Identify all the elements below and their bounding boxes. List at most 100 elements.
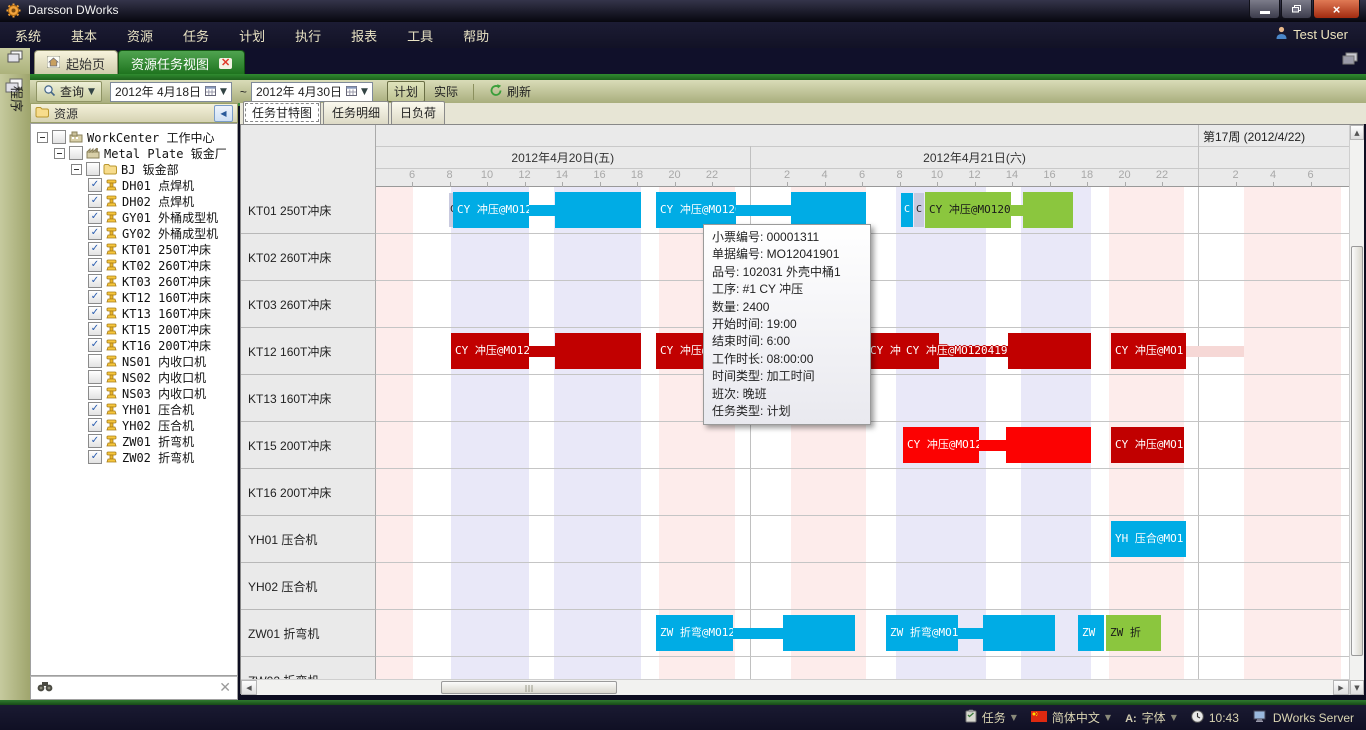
task-bar[interactable]: CY 冲压@MO12041904 xyxy=(451,333,529,369)
checkbox[interactable]: ✓ xyxy=(88,338,102,352)
checkbox[interactable] xyxy=(88,370,102,384)
checkbox[interactable]: ✓ xyxy=(88,290,102,304)
menu-item-0[interactable]: 系统 xyxy=(0,22,56,48)
tree-node-kt13[interactable]: ✓KT13 160T冲床 xyxy=(31,305,237,321)
plan-button[interactable]: 计划 xyxy=(387,81,425,102)
window-list-corner[interactable] xyxy=(0,48,30,76)
menu-item-1[interactable]: 基本 xyxy=(56,22,112,48)
task-bar[interactable]: CY 冲压@MO12041901 xyxy=(656,192,736,228)
windows-menu-icon[interactable] xyxy=(1342,52,1358,71)
checkbox[interactable]: ✓ xyxy=(88,242,102,256)
chevron-down-icon[interactable]: ▼ xyxy=(1011,713,1017,722)
tree-node-yh01[interactable]: ✓YH01 压合机 xyxy=(31,401,237,417)
tree-node-kt12[interactable]: ✓KT12 160T冲床 xyxy=(31,289,237,305)
task-bar[interactable]: ZW 折弯@MO12041901 xyxy=(886,615,958,651)
tree-node-kt01[interactable]: ✓KT01 250T冲床 xyxy=(31,241,237,257)
task-bar[interactable] xyxy=(555,333,641,369)
checkbox[interactable]: ✓ xyxy=(88,258,102,272)
checkbox[interactable]: ✓ xyxy=(88,322,102,336)
v-scrollbar[interactable]: ▲ ▼ xyxy=(1349,125,1364,695)
view-tab-dayload[interactable]: 日负荷 xyxy=(391,101,445,124)
tree-node-zw01[interactable]: ✓ZW01 折弯机 xyxy=(31,433,237,449)
task-bar[interactable] xyxy=(983,615,1055,651)
status-item-clock[interactable]: 10:43 xyxy=(1191,710,1239,726)
menu-item-8[interactable]: 帮助 xyxy=(448,22,504,48)
checkbox[interactable]: ✓ xyxy=(88,450,102,464)
restore-button[interactable] xyxy=(1281,0,1312,19)
task-chip[interactable]: C xyxy=(901,193,913,227)
tree-node-zw02[interactable]: ✓ZW02 折弯机 xyxy=(31,449,237,465)
h-scroll-thumb[interactable] xyxy=(441,681,617,694)
task-bar[interactable]: YH 压合@MO1 xyxy=(1111,521,1186,557)
chevron-down-icon[interactable]: ▼ xyxy=(361,87,368,97)
checkbox[interactable] xyxy=(88,386,102,400)
query-button[interactable]: 查询 ▼ xyxy=(36,81,102,102)
minimize-button[interactable] xyxy=(1249,0,1280,19)
h-scrollbar[interactable]: ◀ ▶ xyxy=(241,679,1349,695)
tree-node-dh01[interactable]: ✓DH01 点焊机 xyxy=(31,177,237,193)
task-bar[interactable]: CY 冲压@MO1 xyxy=(1111,333,1186,369)
tree-node-ns02[interactable]: NS02 内收口机 xyxy=(31,369,237,385)
menu-item-5[interactable]: 执行 xyxy=(280,22,336,48)
task-bar[interactable] xyxy=(783,615,855,651)
tree-node-gy02[interactable]: ✓GY02 外桶成型机 xyxy=(31,225,237,241)
checkbox[interactable]: ✓ xyxy=(88,306,102,320)
status-item-flag[interactable]: 简体中文▼ xyxy=(1031,709,1111,726)
task-bar[interactable] xyxy=(1006,427,1091,463)
task-chip[interactable]: C xyxy=(914,193,924,227)
actual-button[interactable]: 实际 xyxy=(427,81,465,102)
scroll-up-arrow[interactable]: ▲ xyxy=(1350,125,1364,140)
tree-node-kt02[interactable]: ✓KT02 260T冲床 xyxy=(31,257,237,273)
user-area[interactable]: Test User xyxy=(1275,26,1348,43)
expander-icon[interactable] xyxy=(54,148,65,159)
refresh-button[interactable]: 刷新 xyxy=(482,81,538,102)
menu-item-6[interactable]: 报表 xyxy=(336,22,392,48)
tree-node-workcenter[interactable]: WorkCenter 工作中心 xyxy=(31,129,237,145)
side-collapsed-panel[interactable] xyxy=(0,74,30,700)
date-to-field[interactable]: 2012年 4月30日 ▼ xyxy=(251,82,373,102)
task-bar[interactable] xyxy=(1023,192,1073,228)
task-bar[interactable]: CY 冲压@MO12041901 xyxy=(453,192,529,228)
tree-node-yh02[interactable]: ✓YH02 压合机 xyxy=(31,417,237,433)
task-bar[interactable]: ZW 折弯@MO12041901 xyxy=(656,615,733,651)
menu-item-3[interactable]: 任务 xyxy=(168,22,224,48)
tab-close-icon[interactable]: ✕ xyxy=(219,58,232,69)
tree-node-kt03[interactable]: ✓KT03 260T冲床 xyxy=(31,273,237,289)
date-from-field[interactable]: 2012年 4月18日 ▼ xyxy=(110,82,232,102)
tree-node-metal[interactable]: Metal Plate 钣金厂 xyxy=(31,145,237,161)
chevron-down-icon[interactable]: ▼ xyxy=(1171,713,1177,722)
expander-icon[interactable] xyxy=(71,164,82,175)
menu-item-4[interactable]: 计划 xyxy=(224,22,280,48)
tree-node-ns03[interactable]: NS03 内收口机 xyxy=(31,385,237,401)
checkbox[interactable] xyxy=(86,162,100,176)
view-tab-gantt[interactable]: 任务甘特图 xyxy=(243,101,321,124)
collapse-panel-button[interactable]: ◀ xyxy=(214,105,233,122)
scroll-left-arrow[interactable]: ◀ xyxy=(241,680,257,695)
expander-icon[interactable] xyxy=(37,132,48,143)
chevron-down-icon[interactable]: ▼ xyxy=(1105,713,1111,722)
task-bar[interactable] xyxy=(555,192,641,228)
checkbox[interactable]: ✓ xyxy=(88,194,102,208)
scroll-down-arrow[interactable]: ▼ xyxy=(1350,680,1364,695)
task-bar[interactable] xyxy=(1008,333,1091,369)
checkbox[interactable] xyxy=(52,130,66,144)
checkbox[interactable]: ✓ xyxy=(88,434,102,448)
task-bar[interactable]: ZW xyxy=(1078,615,1104,651)
task-bar[interactable]: CY 冲压@MO12041902 xyxy=(925,192,1011,228)
checkbox[interactable] xyxy=(69,146,83,160)
tree-node-kt15[interactable]: ✓KT15 200T冲床 xyxy=(31,321,237,337)
doc-tab-resource-task-view[interactable]: 资源任务视图 ✕ xyxy=(118,50,245,75)
checkbox[interactable]: ✓ xyxy=(88,226,102,240)
status-item-server[interactable]: DWorks Server xyxy=(1253,710,1354,726)
tree-node-gy01[interactable]: ✓GY01 外桶成型机 xyxy=(31,209,237,225)
checkbox[interactable] xyxy=(88,354,102,368)
task-bar[interactable]: CY 冲压@MO12041903 xyxy=(903,427,979,463)
checkbox[interactable]: ✓ xyxy=(88,402,102,416)
binoculars-icon[interactable] xyxy=(37,679,53,697)
status-item-tasks[interactable]: 任务▼ xyxy=(965,709,1017,726)
menu-item-7[interactable]: 工具 xyxy=(392,22,448,48)
tree-node-bj[interactable]: BJ 钣金部 xyxy=(31,161,237,177)
v-scroll-thumb[interactable] xyxy=(1351,246,1363,656)
tree-node-dh02[interactable]: ✓DH02 点焊机 xyxy=(31,193,237,209)
checkbox[interactable]: ✓ xyxy=(88,178,102,192)
